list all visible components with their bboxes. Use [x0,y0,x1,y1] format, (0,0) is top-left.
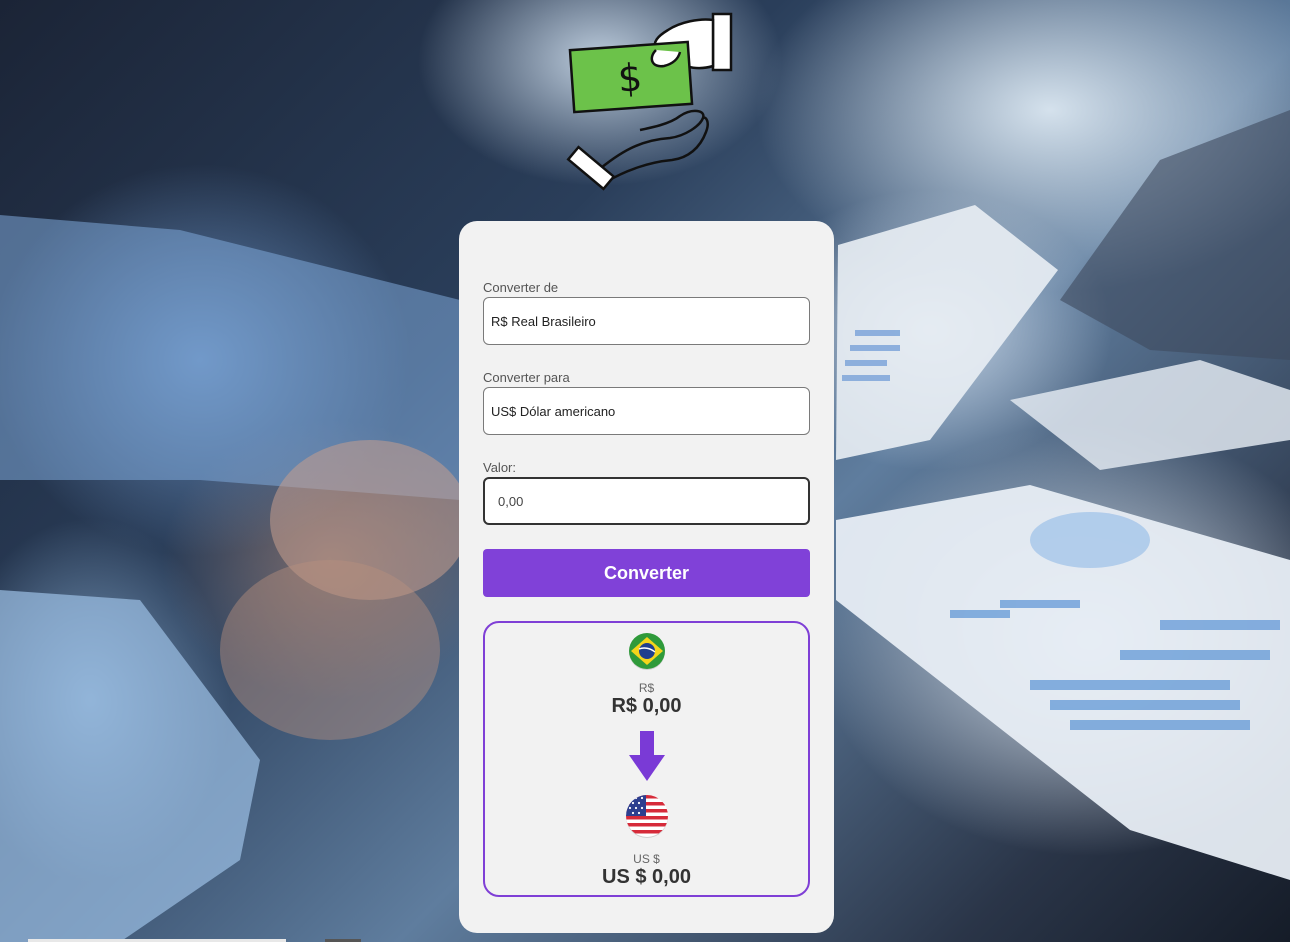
amount-label: Valor: [483,460,516,475]
svg-text:$: $ [616,55,643,101]
to-currency-code: US $ [633,852,660,866]
convert-button[interactable]: Converter [483,549,810,597]
from-currency-label: Converter de [483,280,559,295]
amount-input[interactable]: 0,00 [483,477,810,525]
tablet-decor [836,205,1058,460]
documents-decor [836,485,1290,880]
to-currency-select[interactable]: US$ Dólar americano [483,387,810,435]
converter-card: Converter de R$ Real Brasileiro Converte… [459,221,834,933]
usa-flag-icon [625,795,668,838]
from-currency-code: R$ [638,681,655,695]
to-currency-value: US $ 0,00 [602,866,691,888]
money-exchange-hands-icon: $ [566,12,733,191]
brazil-flag-icon [628,633,665,670]
from-currency-value: R$ 0,00 [611,695,682,717]
to-currency-label: Converter para [483,370,570,385]
result-panel: R$ R$ 0,00 US $ US $ 0,00 [483,621,810,897]
sleeves-decor [0,215,470,942]
arrow-down-icon [629,731,665,781]
from-currency-select[interactable]: R$ Real Brasileiro [483,297,810,345]
